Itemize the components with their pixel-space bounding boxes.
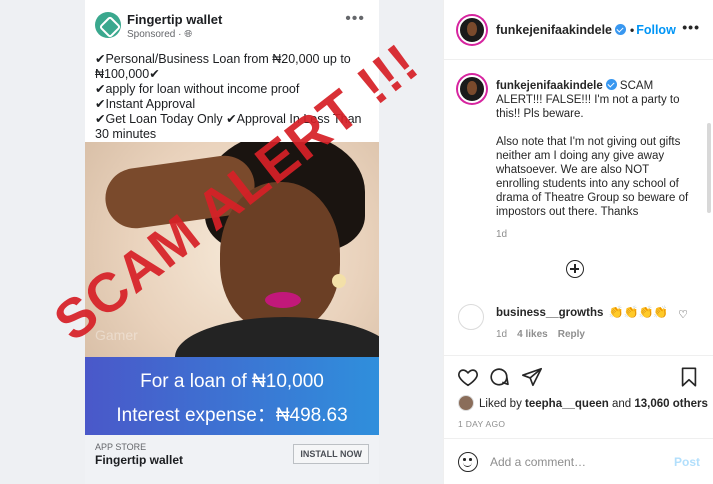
photo-lips bbox=[265, 292, 301, 308]
ad-store-label: APP STORE bbox=[95, 442, 147, 452]
caption: funkejenifaakindele SCAM ALERT!!! FALSE!… bbox=[496, 79, 691, 219]
liked-by-avatar[interactable] bbox=[458, 395, 474, 411]
share-paper-plane-icon[interactable] bbox=[521, 366, 543, 388]
comment-row: business__growths 👏👏👏👏 bbox=[496, 305, 668, 319]
comment-likes[interactable]: 4 likes bbox=[517, 329, 548, 340]
ad-loan-banner: For a loan of ₦10,000 Interest expense：₦… bbox=[85, 357, 379, 435]
caption-username[interactable]: funkejenifaakindele bbox=[496, 80, 603, 92]
comments-section[interactable]: funkejenifaakindele SCAM ALERT!!! FALSE!… bbox=[444, 61, 713, 355]
ad-install-button: INSTALL NOW bbox=[293, 444, 369, 464]
ad-footer-brand: Fingertip wallet bbox=[95, 453, 184, 467]
add-comment-bar: Post bbox=[444, 438, 713, 484]
follow-button[interactable]: Follow bbox=[636, 23, 676, 37]
ad-sponsored-text: Sponsored · bbox=[127, 29, 185, 40]
banner-interest: Interest expense：₦498.63 bbox=[116, 405, 348, 426]
save-bookmark-icon[interactable] bbox=[678, 366, 700, 388]
caption-timestamp[interactable]: 1d bbox=[496, 229, 507, 240]
post-side-panel: funkejenifaakindele • Follow ••• funkejeni… bbox=[443, 0, 713, 484]
banner-loan-amount: For a loan of ₦10,000 bbox=[140, 371, 324, 392]
liked-by-row: Liked by teepha__queen and 13,060 others bbox=[458, 395, 708, 411]
author-avatar[interactable] bbox=[458, 16, 486, 44]
ad-more-icon: ••• bbox=[345, 10, 365, 27]
globe-icon: 🌐︎ bbox=[184, 29, 193, 40]
more-options-icon[interactable]: ••• bbox=[682, 19, 700, 35]
commenter-avatar[interactable] bbox=[458, 304, 484, 330]
caption-text-part2: Also note that I'm not giving out gifts … bbox=[496, 136, 689, 218]
comment-text: 👏👏👏👏 bbox=[608, 305, 669, 319]
post-actions: Liked by teepha__queen and 13,060 others… bbox=[444, 355, 713, 484]
comment-input[interactable] bbox=[490, 451, 670, 473]
liked-prefix: Liked by bbox=[479, 398, 526, 410]
post-date[interactable]: 1 DAY AGO bbox=[458, 419, 505, 429]
comment-like-heart-icon[interactable]: ♡ bbox=[678, 308, 688, 321]
photo-body bbox=[175, 317, 379, 357]
emoji-smiley-icon[interactable] bbox=[458, 452, 478, 472]
author-username[interactable]: funkejenifaakindele bbox=[496, 23, 612, 37]
ad-sponsored-label: Sponsored · 🌐︎ bbox=[127, 29, 192, 40]
ad-brand-name: Fingertip wallet bbox=[127, 12, 223, 27]
comments-scrollbar[interactable] bbox=[707, 123, 711, 213]
ad-footer: APP STORE Fingertip wallet INSTALL NOW bbox=[85, 435, 379, 484]
liked-by-username[interactable]: teepha__queen bbox=[525, 398, 609, 410]
post-media[interactable]: Fingertip wallet Sponsored · 🌐︎ ••• ✔Per… bbox=[0, 0, 443, 484]
fingertip-wallet-logo bbox=[95, 12, 121, 38]
photo-earring bbox=[332, 274, 346, 288]
verified-badge-icon bbox=[605, 79, 617, 90]
separator-dot: • bbox=[630, 23, 635, 37]
liked-others-count[interactable]: 13,060 others bbox=[634, 398, 708, 410]
comment-meta: 1d 4 likes Reply bbox=[496, 329, 595, 340]
comment-bubble-icon[interactable] bbox=[488, 366, 510, 388]
verified-badge-icon bbox=[615, 24, 627, 35]
post-comment-button[interactable]: Post bbox=[674, 455, 700, 469]
comment-timestamp[interactable]: 1d bbox=[496, 329, 507, 340]
author-line: funkejenifaakindele • Follow bbox=[496, 23, 676, 37]
like-heart-icon[interactable] bbox=[457, 366, 479, 388]
ad-header: Fingertip wallet Sponsored · 🌐︎ ••• bbox=[85, 8, 379, 42]
post-header: funkejenifaakindele • Follow ••• bbox=[444, 0, 713, 60]
commenter-username[interactable]: business__growths bbox=[496, 307, 603, 319]
load-more-comments-icon[interactable] bbox=[566, 260, 584, 278]
caption-avatar[interactable] bbox=[458, 75, 486, 103]
liked-mid: and bbox=[608, 398, 635, 410]
reply-button[interactable]: Reply bbox=[558, 329, 585, 340]
